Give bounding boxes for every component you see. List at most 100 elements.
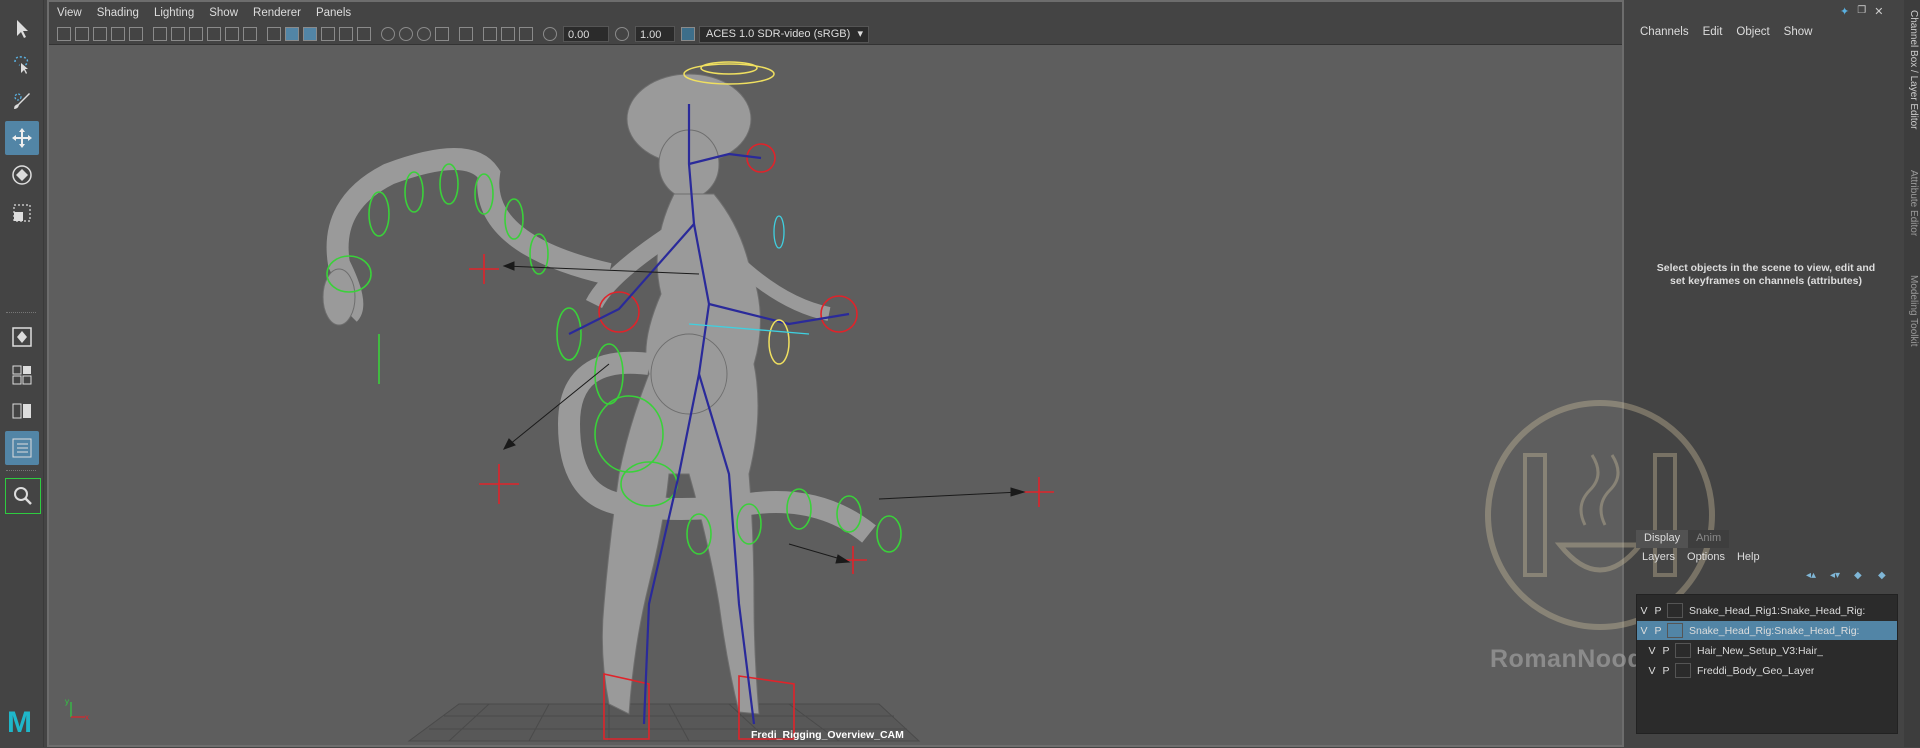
gamma-field[interactable]: 1.00	[635, 26, 675, 42]
exposure-icon[interactable]	[543, 27, 557, 41]
new-layer-selected-icon[interactable]: ◆	[1878, 570, 1892, 582]
close-icon[interactable]: ✕	[1874, 5, 1883, 18]
film-gate-icon[interactable]	[153, 27, 167, 41]
shadows-icon[interactable]	[357, 27, 371, 41]
layer-name: Freddi_Body_Geo_Layer	[1697, 664, 1815, 677]
textured-icon[interactable]	[321, 27, 335, 41]
layer-color-swatch[interactable]	[1667, 603, 1683, 618]
layer-color-swatch[interactable]	[1667, 623, 1683, 638]
tab-attribute-editor[interactable]: Attribute Editor	[1905, 170, 1919, 236]
menu-view[interactable]: View	[57, 7, 82, 19]
arrow-cursor-icon	[17, 20, 28, 38]
toolbox-divider	[6, 470, 36, 474]
paint-select-tool[interactable]	[5, 84, 39, 118]
rotate-tool[interactable]	[5, 158, 39, 192]
layer-color-swatch[interactable]	[1675, 643, 1691, 658]
layer-editor-menubar: Layers Options Help	[1642, 551, 1772, 563]
tab-modeling-toolkit[interactable]: Modeling Toolkit	[1905, 275, 1919, 347]
smooth-shade-icon[interactable]	[285, 27, 299, 41]
bookmark-icon[interactable]	[93, 27, 107, 41]
scale-tool[interactable]	[5, 196, 39, 230]
single-view-layout[interactable]	[5, 320, 39, 354]
wireframe-icon[interactable]	[267, 27, 281, 41]
menu-show-channels[interactable]: Show	[1784, 26, 1813, 38]
layout-icon[interactable]: ✦	[1840, 5, 1849, 18]
visibility-toggle[interactable]: V	[1637, 605, 1651, 617]
viewport-menubar: View Shading Lighting Show Renderer Pane…	[49, 2, 1622, 24]
lights-icon[interactable]	[339, 27, 353, 41]
wireframe-on-shaded-icon[interactable]	[303, 27, 317, 41]
tab-channel-box-layer-editor[interactable]: Channel Box / Layer Editor	[1905, 10, 1919, 130]
viewport-panel[interactable]: View Shading Lighting Show Renderer Pane…	[47, 0, 1624, 747]
image-plane-icon[interactable]	[111, 27, 125, 41]
horizontal-scrollbar[interactable]	[1647, 727, 1817, 733]
safe-action-icon[interactable]	[225, 27, 239, 41]
playback-toggle[interactable]: P	[1651, 625, 1665, 637]
maya-logo: M	[7, 706, 32, 739]
layer-row-selected[interactable]: V P Snake_Head_Rig:Snake_Head_Rig:	[1637, 621, 1897, 640]
color-space-dropdown[interactable]: ACES 1.0 SDR-video (sRGB) ▾	[699, 26, 869, 43]
new-layer-icon[interactable]: ◆	[1854, 570, 1868, 582]
four-view-layout[interactable]	[5, 358, 39, 392]
playback-toggle[interactable]: P	[1651, 605, 1665, 617]
toolbox: M	[0, 0, 44, 747]
anti-aliasing-icon[interactable]	[417, 27, 431, 41]
menu-object[interactable]: Object	[1736, 26, 1769, 38]
depth-of-field-icon[interactable]	[435, 27, 449, 41]
menu-renderer[interactable]: Renderer	[253, 7, 301, 19]
move-layer-up-icon[interactable]: ◂▴	[1806, 570, 1820, 582]
exposure-field[interactable]: 0.00	[563, 26, 609, 42]
ambient-occlusion-icon[interactable]	[381, 27, 395, 41]
menu-layers[interactable]: Layers	[1642, 551, 1675, 563]
layer-editor: Display Anim Layers Options Help ◂▴ ◂▾ ◆…	[1636, 530, 1898, 740]
lasso-tool[interactable]	[5, 48, 39, 82]
camera-attributes-icon[interactable]	[75, 27, 89, 41]
svg-text:x: x	[85, 713, 89, 722]
outliner-layout[interactable]	[5, 431, 39, 465]
channel-box-menubar: Channels Edit Object Show	[1640, 26, 1826, 38]
motion-blur-icon[interactable]	[399, 27, 413, 41]
layer-row[interactable]: V P Snake_Head_Rig1:Snake_Head_Rig:	[1637, 601, 1897, 620]
visibility-toggle[interactable]: V	[1645, 665, 1659, 677]
safe-title-icon[interactable]	[243, 27, 257, 41]
menu-show[interactable]: Show	[209, 7, 238, 19]
camera-select-icon[interactable]	[57, 27, 71, 41]
viewport-scene[interactable]: y x	[49, 44, 1622, 745]
layer-row[interactable]: V P Hair_New_Setup_V3:Hair_	[1637, 641, 1905, 660]
layer-row[interactable]: V P Freddi_Body_Geo_Layer	[1637, 661, 1905, 680]
grid-toggle-icon[interactable]	[129, 27, 143, 41]
playback-toggle[interactable]: P	[1659, 645, 1673, 657]
toolbox-divider	[6, 312, 36, 316]
field-chart-icon[interactable]	[207, 27, 221, 41]
tab-anim[interactable]: Anim	[1688, 530, 1730, 548]
move-layer-down-icon[interactable]: ◂▾	[1830, 570, 1844, 582]
two-view-layout[interactable]	[5, 394, 39, 428]
visibility-toggle[interactable]: V	[1637, 625, 1651, 637]
side-tab-strip: Channel Box / Layer Editor Attribute Edi…	[1904, 0, 1920, 747]
xray-joints-icon[interactable]	[501, 27, 515, 41]
visibility-toggle[interactable]: V	[1645, 645, 1659, 657]
menu-shading[interactable]: Shading	[97, 7, 139, 19]
gamma-icon[interactable]	[615, 27, 629, 41]
backface-icon[interactable]	[519, 27, 533, 41]
outliner-icon	[12, 438, 32, 458]
xray-icon[interactable]	[483, 27, 497, 41]
menu-edit[interactable]: Edit	[1703, 26, 1723, 38]
float-panel-icon[interactable]: ❐	[1857, 5, 1866, 18]
direction-arrows	[502, 261, 1026, 564]
menu-lighting[interactable]: Lighting	[154, 7, 194, 19]
search-tool[interactable]	[5, 478, 41, 514]
gate-mask-icon[interactable]	[189, 27, 203, 41]
move-tool[interactable]	[5, 121, 39, 155]
tab-display[interactable]: Display	[1636, 530, 1689, 548]
isolate-select-icon[interactable]	[459, 27, 473, 41]
playback-toggle[interactable]: P	[1659, 665, 1673, 677]
layer-color-swatch[interactable]	[1675, 663, 1691, 678]
menu-help[interactable]: Help	[1737, 551, 1760, 563]
menu-options[interactable]: Options	[1687, 551, 1725, 563]
select-tool[interactable]	[5, 12, 39, 46]
color-management-icon[interactable]	[681, 27, 695, 41]
menu-channels[interactable]: Channels	[1640, 26, 1689, 38]
resolution-gate-icon[interactable]	[171, 27, 185, 41]
menu-panels[interactable]: Panels	[316, 7, 351, 19]
